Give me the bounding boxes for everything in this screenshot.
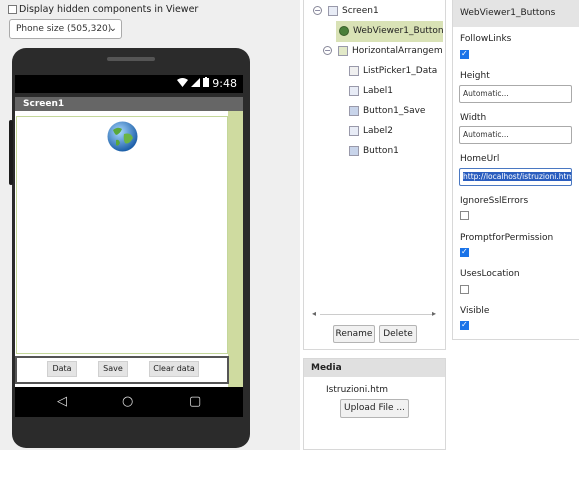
width-label: Width bbox=[460, 113, 487, 123]
phone-size-value: Phone size (505,320) bbox=[16, 24, 112, 34]
properties-title: WebViewer1_Buttons bbox=[453, 0, 579, 27]
phone-side-button bbox=[9, 120, 13, 185]
tree-item-listpicker1-data[interactable]: ListPicker1_Data bbox=[349, 66, 437, 76]
rename-button[interactable]: Rename bbox=[333, 325, 375, 343]
scroll-left-icon[interactable]: ◂ bbox=[312, 309, 316, 318]
tree-item-horizontalarrangement[interactable]: HorizontalArrangement bbox=[338, 46, 443, 56]
home-icon: ○ bbox=[122, 394, 134, 409]
phone-speaker bbox=[107, 57, 155, 61]
prompt-for-permission-label: PromptforPermission bbox=[460, 233, 554, 243]
ignore-ssl-errors-label: IgnoreSslErrors bbox=[460, 196, 529, 206]
follow-links-checkbox[interactable] bbox=[460, 49, 469, 59]
signal-icon bbox=[191, 77, 201, 90]
chevron-down-icon: ⌄ bbox=[108, 23, 117, 34]
height-field[interactable]: Automatic... bbox=[459, 85, 572, 103]
tree-item-label: ListPicker1_Data bbox=[363, 66, 438, 76]
height-label: Height bbox=[460, 71, 490, 81]
follow-links-label: FollowLinks bbox=[460, 34, 512, 44]
status-bar: 9:48 bbox=[15, 75, 243, 93]
label-icon bbox=[349, 86, 359, 96]
tree-item-label: Label2 bbox=[363, 126, 394, 136]
battery-icon bbox=[203, 77, 210, 90]
checkbox-box[interactable] bbox=[8, 5, 17, 14]
button-icon bbox=[349, 146, 359, 156]
tree-item-label: Label1 bbox=[363, 86, 394, 96]
home-url-value: http://localhost/istruzioni.htm bbox=[463, 172, 572, 181]
tree-item-webviewer1-buttons[interactable]: WebViewer1_Buttons bbox=[339, 26, 443, 36]
visible-label: Visible bbox=[460, 306, 490, 316]
upload-file-button[interactable]: Upload File ... bbox=[340, 399, 409, 418]
label-icon bbox=[349, 126, 359, 136]
screen-icon bbox=[328, 6, 338, 16]
tree-item-label2[interactable]: Label2 bbox=[349, 126, 393, 136]
prompt-for-permission-checkbox[interactable] bbox=[460, 247, 469, 257]
collapse-toggle-icon[interactable]: − bbox=[323, 46, 332, 55]
tree-item-label: HorizontalArrangement bbox=[352, 46, 443, 56]
phone-size-select[interactable]: Phone size (505,320) ⌄ bbox=[9, 19, 122, 39]
tree-item-screen1[interactable]: Screen1 bbox=[328, 6, 379, 16]
tree-item-label: WebViewer1_Buttons bbox=[353, 26, 443, 36]
tree-horizontal-scrollbar[interactable]: ◂ ▸ bbox=[312, 309, 440, 319]
screen-scrollbar[interactable] bbox=[228, 111, 243, 387]
tree-item-button1-save[interactable]: Button1_Save bbox=[349, 106, 425, 116]
tree-item-label1[interactable]: Label1 bbox=[349, 86, 393, 96]
delete-button[interactable]: Delete bbox=[379, 325, 417, 343]
collapse-toggle-icon[interactable]: − bbox=[313, 6, 322, 15]
visible-checkbox[interactable] bbox=[460, 320, 469, 330]
home-url-input[interactable]: http://localhost/istruzioni.htm bbox=[459, 168, 572, 186]
media-title: Media bbox=[304, 359, 445, 377]
screen-title-bar: Screen1 bbox=[15, 97, 243, 111]
back-icon: ◁ bbox=[57, 394, 67, 409]
wifi-icon bbox=[177, 77, 189, 90]
globe-icon bbox=[107, 121, 138, 152]
clear-data-button[interactable]: Clear data bbox=[149, 361, 199, 377]
tree-item-label: Button1_Save bbox=[363, 106, 426, 116]
tree-item-label: Button1 bbox=[363, 146, 399, 156]
display-hidden-components-checkbox[interactable]: Display hidden components in Viewer bbox=[8, 4, 198, 15]
save-button[interactable]: Save bbox=[98, 361, 128, 377]
width-field[interactable]: Automatic... bbox=[459, 126, 572, 144]
scroll-right-icon[interactable]: ▸ bbox=[432, 309, 436, 318]
uses-location-label: UsesLocation bbox=[460, 269, 520, 279]
button-icon bbox=[349, 106, 359, 116]
recents-icon: ▢ bbox=[189, 394, 202, 409]
display-hidden-label: Display hidden components in Viewer bbox=[19, 4, 199, 15]
tree-item-button1[interactable]: Button1 bbox=[349, 146, 399, 156]
webviewer-icon bbox=[339, 26, 349, 36]
uses-location-checkbox[interactable] bbox=[460, 285, 469, 294]
ignore-ssl-errors-checkbox[interactable] bbox=[460, 211, 469, 220]
arrangement-icon bbox=[338, 46, 348, 56]
home-url-label: HomeUrl bbox=[460, 154, 500, 164]
media-file-item[interactable]: Istruzioni.htm bbox=[326, 385, 388, 395]
data-button[interactable]: Data bbox=[47, 361, 77, 377]
status-time: 9:48 bbox=[212, 77, 237, 90]
tree-item-label: Screen1 bbox=[342, 6, 379, 16]
listpicker-icon bbox=[349, 66, 359, 76]
